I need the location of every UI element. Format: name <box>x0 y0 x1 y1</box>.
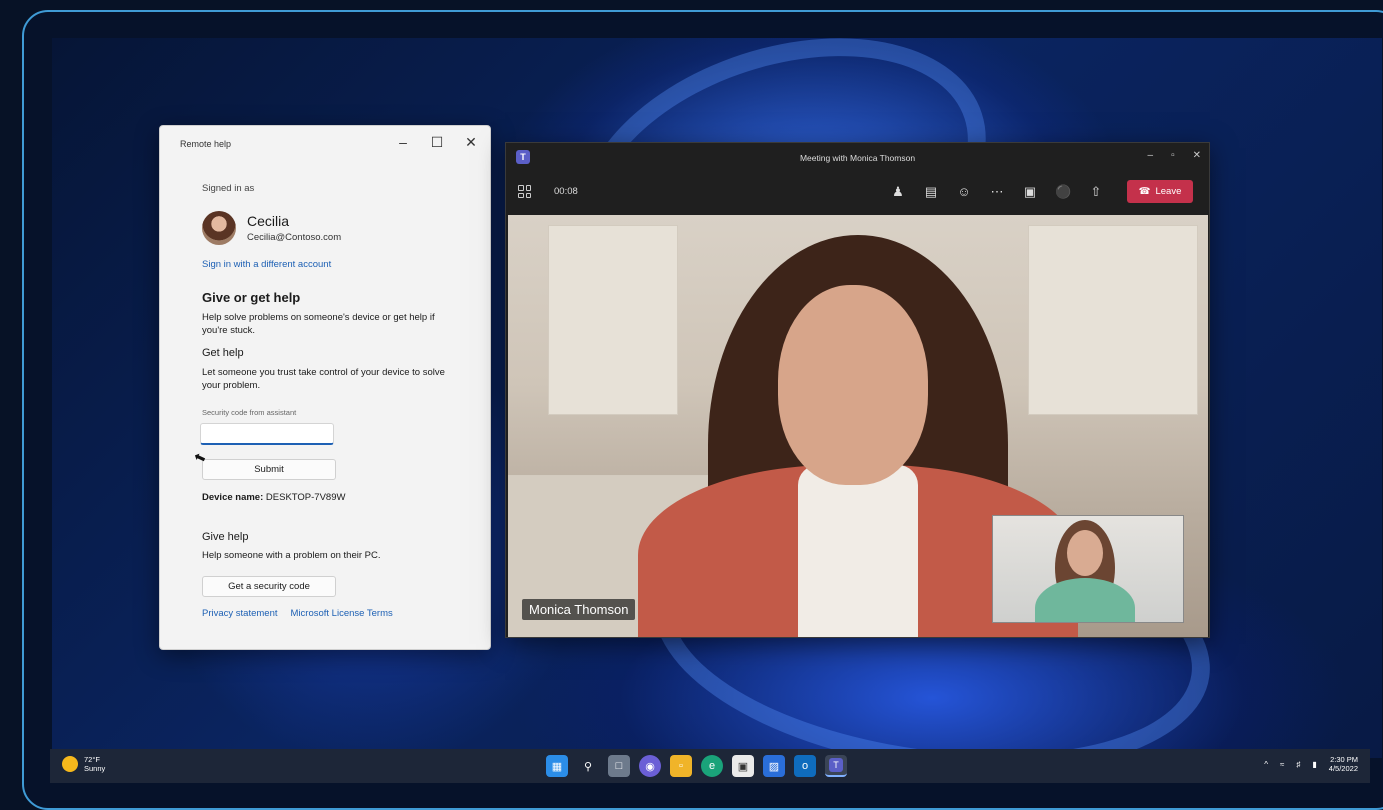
privacy-statement-link[interactable]: Privacy statement <box>202 607 278 620</box>
layout-grid-icon[interactable] <box>518 185 531 198</box>
outlook-icon[interactable]: o <box>794 755 816 777</box>
maximize-icon[interactable]: ☐ <box>428 134 446 151</box>
switch-account-link[interactable]: Sign in with a different account <box>202 258 462 271</box>
task-view-icon[interactable]: □ <box>608 755 630 777</box>
device-name-label: Device name: <box>202 491 264 503</box>
get-help-description: Let someone you trust take control of yo… <box>202 366 445 392</box>
self-view-body <box>1035 578 1135 622</box>
chevron-up-icon[interactable]: ^ <box>1264 760 1268 769</box>
maximize-icon[interactable]: ▫ <box>1171 150 1175 161</box>
clock-date: 4/5/2022 <box>1328 764 1358 774</box>
remote-help-window: Remote help – ☐ ✕ Signed in as Cecilia C… <box>159 125 491 650</box>
kitchen-cabinet <box>1028 225 1198 415</box>
phone-hangup-icon: ☎ <box>1138 186 1151 197</box>
device-name-value: DESKTOP-7V89W <box>265 491 346 503</box>
clock[interactable]: 2:30 PM 4/5/2022 <box>1329 755 1358 774</box>
meeting-controls: ♟ ▤ ☺ ⋯ ▣ ⚫ ⇧ ☎ Leave <box>890 180 1193 203</box>
signed-in-label: Signed in as <box>202 183 255 194</box>
weather-condition: Sunny <box>84 764 106 773</box>
participant-face <box>778 285 928 485</box>
wifi-icon[interactable]: ≈ <box>1280 760 1284 769</box>
start-icon[interactable]: ▦ <box>546 755 568 777</box>
remote-help-app-icon[interactable]: ▨ <box>763 755 785 777</box>
clock-time: 2:30 PM <box>1330 755 1358 764</box>
give-help-description: Help someone with a problem on their PC. <box>202 549 381 561</box>
battery-icon[interactable]: ▮ <box>1312 760 1316 769</box>
user-name: Cecilia <box>247 212 290 229</box>
security-code-label: Security code from assistant <box>202 408 297 418</box>
teams-window-controls: – ▫ ✕ <box>1148 150 1202 161</box>
more-options-icon[interactable]: ⋯ <box>989 184 1005 200</box>
temperature: 72°F <box>84 755 100 764</box>
camera-icon[interactable]: ▣ <box>1022 184 1038 200</box>
meeting-title: Meeting with Monica Thomson <box>799 153 916 163</box>
window-controls: – ☐ ✕ <box>394 134 480 151</box>
meeting-timer: 00:08 <box>554 186 578 197</box>
sun-icon <box>62 756 78 772</box>
remote-help-content: Signed in as Cecilia Cecilia@Contoso.com… <box>200 182 462 620</box>
file-explorer-icon[interactable]: ▫ <box>670 755 692 777</box>
teams-titlebar: T Meeting with Monica Thomson – ▫ ✕ <box>506 143 1209 173</box>
give-or-get-heading: Give or get help <box>202 289 301 305</box>
device-name: Device name: DESKTOP-7V89W <box>202 491 462 504</box>
security-code-input[interactable] <box>200 422 334 445</box>
self-view-face <box>1067 530 1103 576</box>
window-title: Remote help <box>180 139 232 149</box>
chat-icon[interactable]: ▤ <box>923 184 939 200</box>
close-icon[interactable]: ✕ <box>1193 150 1201 161</box>
close-icon[interactable]: ✕ <box>462 134 480 151</box>
get-help-heading: Get help <box>202 347 244 360</box>
get-security-code-button[interactable]: Get a security code <box>202 575 336 597</box>
participant-name-tag: Monica Thomson <box>522 599 636 620</box>
give-help-heading: Give help <box>202 531 249 544</box>
minimize-icon[interactable]: – <box>1148 150 1154 161</box>
account-info: Cecilia Cecilia@Contoso.com <box>202 211 462 246</box>
give-or-get-description: Help solve problems on someone's device … <box>202 311 435 337</box>
store-icon[interactable]: ▣ <box>732 755 754 777</box>
system-tray: ^ ≈ ♯ ▮ 2:30 PM 4/5/2022 <box>1264 755 1358 774</box>
license-terms-link[interactable]: Microsoft License Terms <box>291 607 393 620</box>
main-video-feed: Monica Thomson <box>508 215 1208 637</box>
self-view-video <box>992 515 1184 623</box>
microphone-icon[interactable]: ⚫ <box>1055 184 1071 200</box>
submit-button[interactable]: Submit <box>202 458 336 480</box>
taskbar-apps: ▦ ⚲ □ ◉ ▫ e ▣ ▨ o T <box>546 755 847 777</box>
search-icon[interactable]: ⚲ <box>577 755 599 777</box>
user-email: Cecilia@Contoso.com <box>247 232 342 244</box>
share-screen-icon[interactable]: ⇧ <box>1088 184 1104 200</box>
reactions-icon[interactable]: ☺ <box>956 184 972 199</box>
taskbar: 72°F Sunny ▦ ⚲ □ ◉ ▫ e ▣ ▨ o T ^ ≈ ♯ ▮ 2… <box>50 749 1370 783</box>
leave-label: Leave <box>1155 186 1182 197</box>
edge-browser-icon[interactable]: e <box>701 755 723 777</box>
people-icon[interactable]: ♟ <box>890 184 906 200</box>
participant-shirt <box>798 465 918 637</box>
leave-button[interactable]: ☎ Leave <box>1127 180 1193 203</box>
weather-widget[interactable]: 72°F Sunny <box>62 755 105 773</box>
teams-meeting-window: T Meeting with Monica Thomson – ▫ ✕ 00:0… <box>505 142 1210 638</box>
teams-app-icon[interactable]: T <box>825 755 847 777</box>
meeting-toolbar: 00:08 ♟ ▤ ☺ ⋯ ▣ ⚫ ⇧ ☎ Leave <box>506 173 1209 213</box>
volume-icon[interactable]: ♯ <box>1296 760 1300 769</box>
minimize-icon[interactable]: – <box>394 134 412 151</box>
kitchen-cabinet <box>548 225 678 415</box>
avatar <box>202 211 236 246</box>
chat-app-icon[interactable]: ◉ <box>639 755 661 777</box>
teams-logo-icon: T <box>516 150 530 164</box>
